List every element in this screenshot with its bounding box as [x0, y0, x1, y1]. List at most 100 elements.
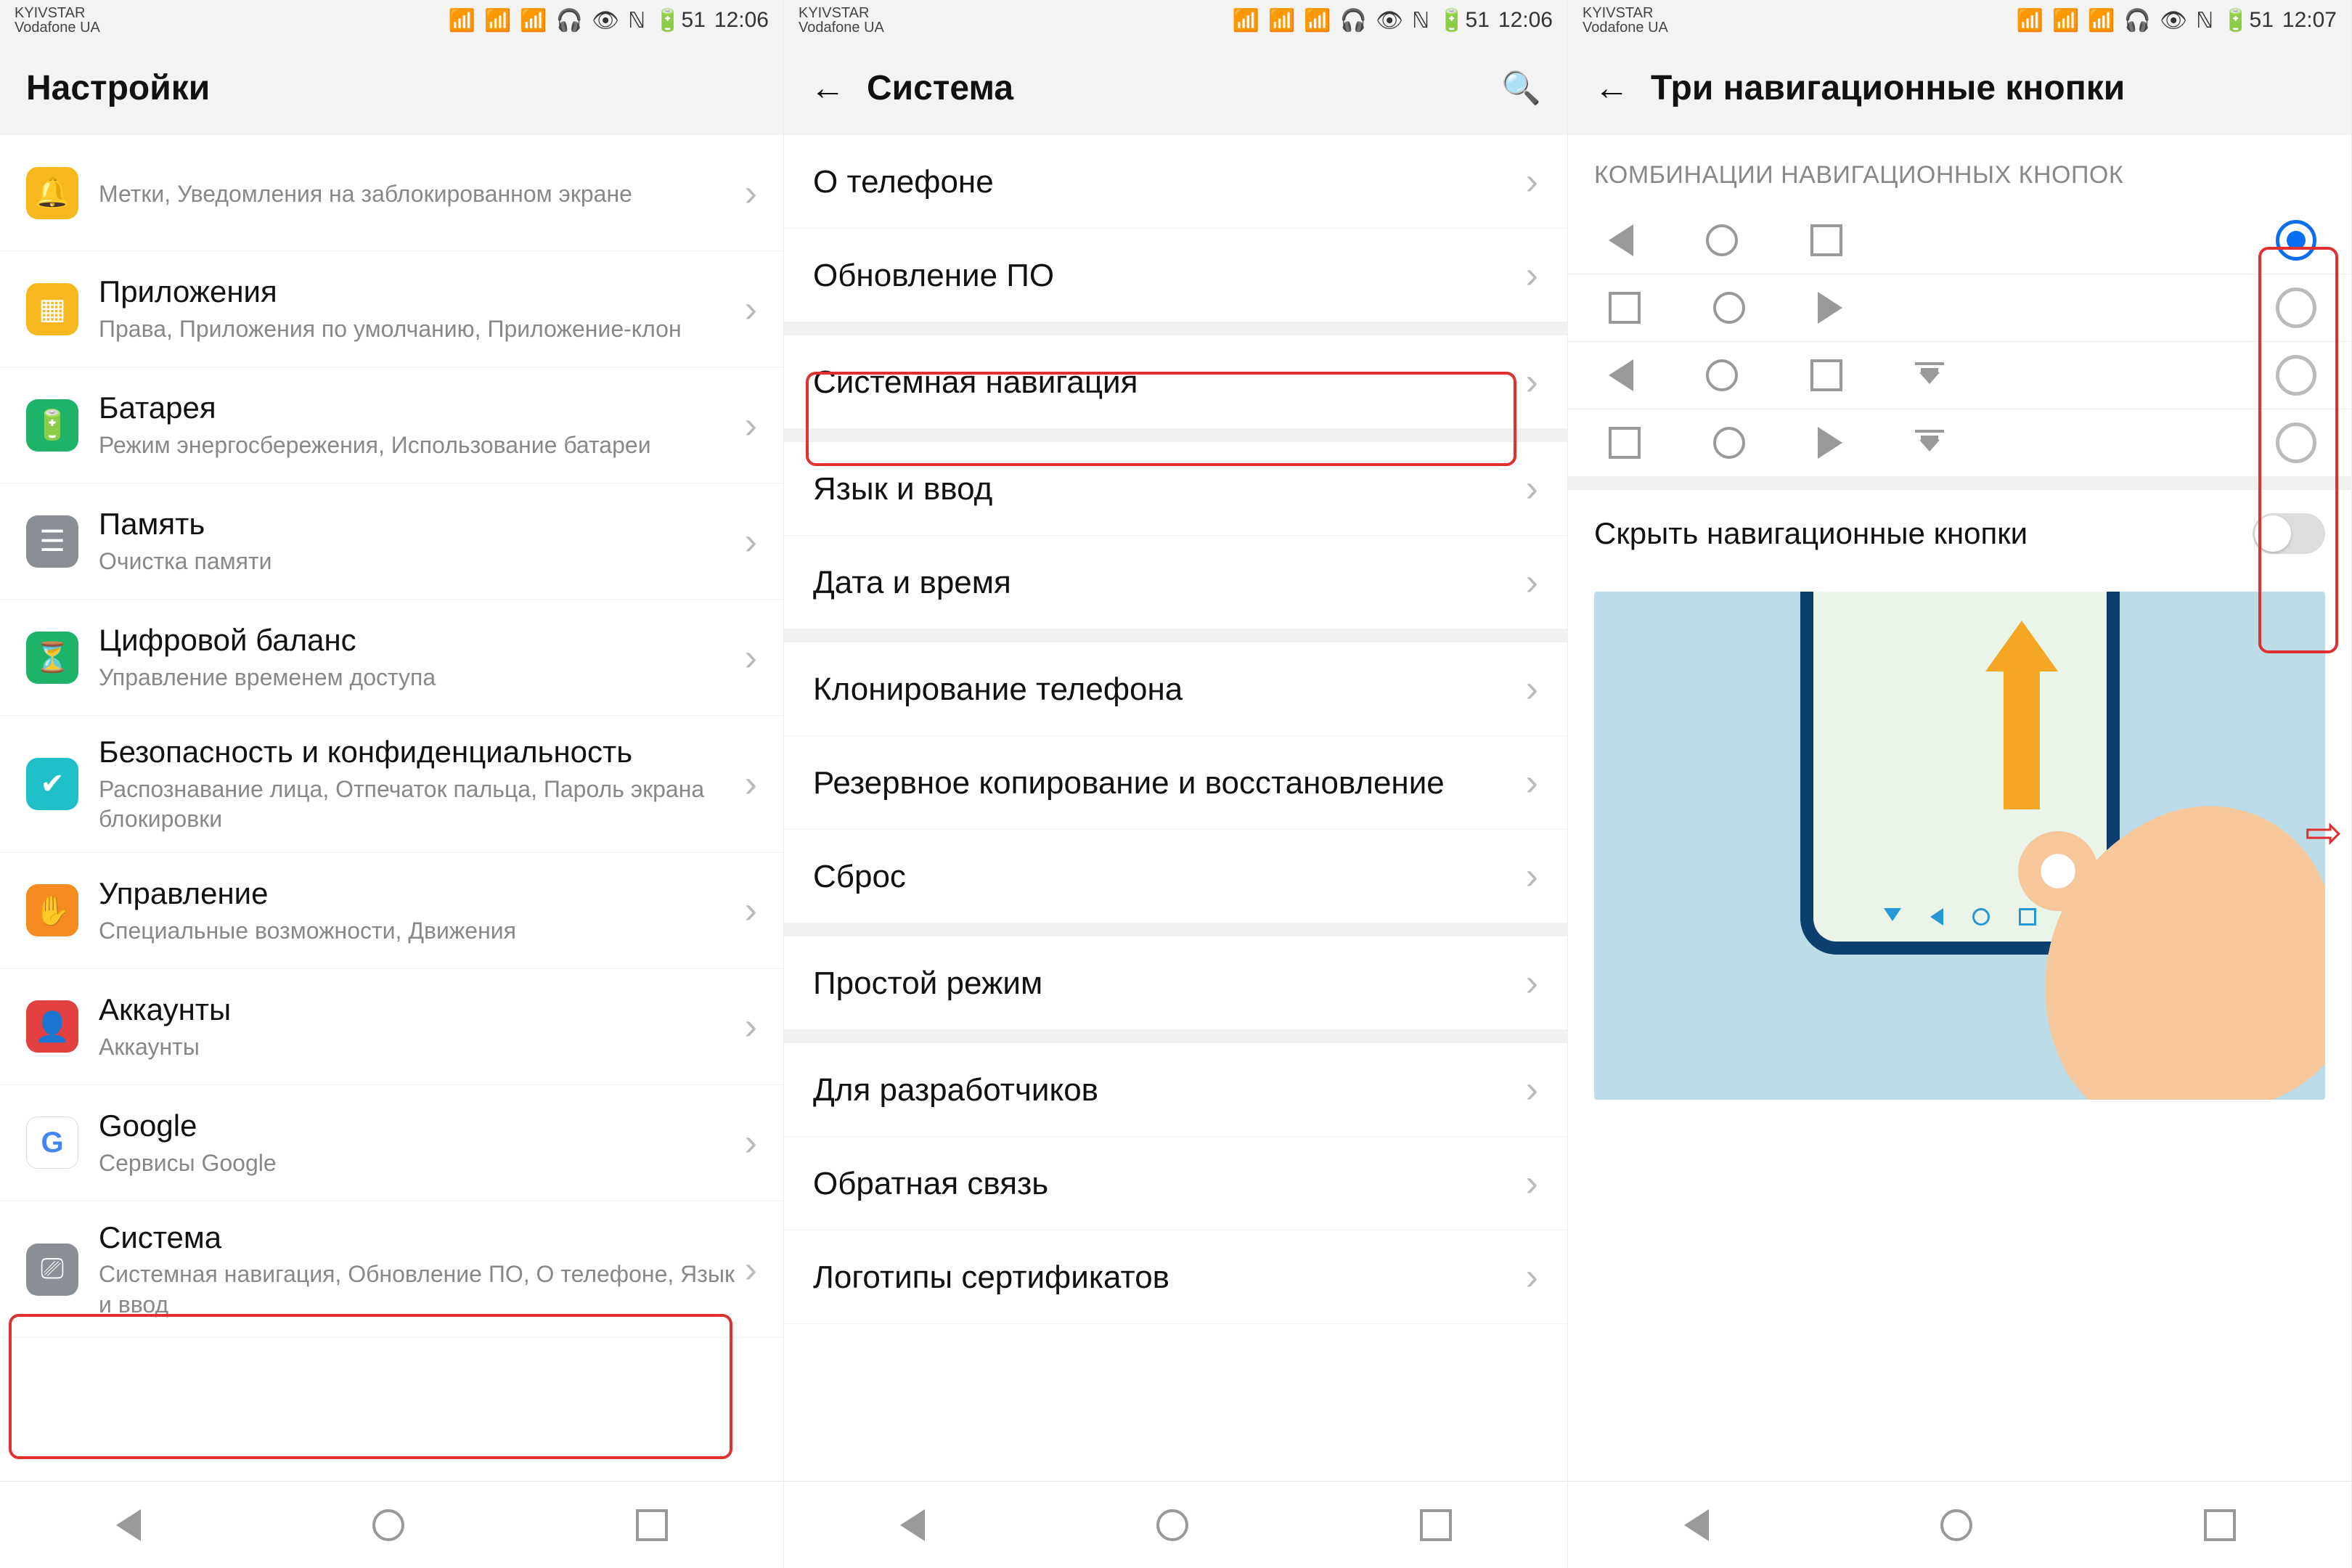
- status-bar: KYIVSTAR Vodafone UA 📶 📶 📶 🎧 👁 ℕ 🔋51 12:…: [784, 0, 1567, 41]
- chevron-right-icon: ›: [1526, 1255, 1538, 1299]
- settings-row[interactable]: 🔔Метки, Уведомления на заблокированном э…: [0, 135, 783, 251]
- hide-nav-label: Скрыть навигационные кнопки: [1594, 515, 2253, 553]
- back-button[interactable]: ←: [1594, 68, 1629, 108]
- back-icon: [1818, 292, 1842, 324]
- settings-row[interactable]: 🔋БатареяРежим энергосбережения, Использо…: [0, 367, 783, 483]
- carrier-2: Vodafone UA: [799, 20, 884, 35]
- settings-row[interactable]: ⎚СистемаСистемная навигация, Обновление …: [0, 1201, 783, 1339]
- signal-icon: 📶: [449, 8, 475, 33]
- radio-button[interactable]: [2276, 220, 2316, 261]
- nav-combo-option[interactable]: [1568, 342, 2351, 409]
- nav-home-icon[interactable]: [1156, 1509, 1188, 1541]
- settings-row[interactable]: 👤АккаунтыАккаунты›: [0, 969, 783, 1085]
- home-icon: [1706, 359, 1738, 391]
- settings-row[interactable]: ✔Безопасность и конфиденциальностьРаспоз…: [0, 716, 783, 853]
- system-row[interactable]: Обновление ПО›: [784, 229, 1567, 322]
- page-title: Настройки: [26, 68, 757, 108]
- recent-icon: [1810, 359, 1842, 391]
- system-row[interactable]: Системная навигация›: [784, 335, 1567, 429]
- nav-back-icon[interactable]: [1684, 1509, 1709, 1541]
- nav-back-icon[interactable]: [116, 1509, 141, 1541]
- system-nav-bar: [0, 1481, 783, 1568]
- screen-system: KYIVSTAR Vodafone UA 📶 📶 📶 🎧 👁 ℕ 🔋51 12:…: [784, 0, 1568, 1568]
- back-button[interactable]: ←: [810, 68, 845, 108]
- settings-row[interactable]: ✋УправлениеСпециальные возможности, Движ…: [0, 853, 783, 969]
- headphones-icon: 🎧: [1340, 8, 1367, 33]
- eye-comfort-icon: 👁: [592, 8, 619, 33]
- mini-home-icon: [1972, 908, 1990, 926]
- nav-combo-option[interactable]: [1568, 274, 2351, 342]
- system-nav-bar: [784, 1481, 1567, 1568]
- system-row[interactable]: Клонирование телефона›: [784, 642, 1567, 736]
- row-subtitle: Распознавание лица, Отпечаток пальца, Па…: [99, 775, 738, 835]
- nav-back-icon[interactable]: [900, 1509, 925, 1541]
- system-row[interactable]: Обратная связь›: [784, 1137, 1567, 1230]
- radio-button[interactable]: [2276, 287, 2316, 328]
- chevron-right-icon: ›: [745, 1248, 757, 1291]
- row-subtitle: Системная навигация, Обновление ПО, О те…: [99, 1259, 738, 1320]
- search-button[interactable]: 🔍: [1501, 69, 1541, 107]
- page-title: Три навигационные кнопки: [1651, 68, 2325, 108]
- nav-recent-icon[interactable]: [1420, 1509, 1452, 1541]
- row-title: Простой режим: [813, 963, 1519, 1003]
- gesture-illustration: [1594, 592, 2325, 1100]
- carrier-1: KYIVSTAR: [1583, 6, 1668, 20]
- chevron-right-icon: ›: [745, 404, 757, 447]
- nav-combo-option[interactable]: [1568, 207, 2351, 274]
- hide-nav-toggle[interactable]: [2253, 513, 2325, 554]
- nav-combo-option[interactable]: [1568, 409, 2351, 477]
- row-subtitle: Права, Приложения по умолчанию, Приложен…: [99, 314, 738, 345]
- row-subtitle: Специальные возможности, Движения: [99, 916, 738, 947]
- system-row[interactable]: Сброс›: [784, 830, 1567, 923]
- system-row[interactable]: Дата и время›: [784, 536, 1567, 629]
- recent-icon: [1609, 292, 1641, 324]
- row-title: Обратная связь: [813, 1164, 1519, 1204]
- back-icon: [1609, 224, 1633, 256]
- system-row[interactable]: Для разработчиков›: [784, 1043, 1567, 1137]
- system-row[interactable]: Простой режим›: [784, 936, 1567, 1030]
- arrow-annotation-icon: ⇨: [2305, 806, 2343, 859]
- settings-row[interactable]: ☰ПамятьОчистка памяти›: [0, 483, 783, 600]
- nav-home-icon[interactable]: [372, 1509, 404, 1541]
- nav-home-icon[interactable]: [1940, 1509, 1972, 1541]
- row-icon: 👤: [26, 1000, 78, 1053]
- row-icon: ✋: [26, 884, 78, 936]
- chevron-right-icon: ›: [745, 762, 757, 806]
- nfc-icon: ℕ: [628, 8, 645, 33]
- nav-recent-icon[interactable]: [2204, 1509, 2236, 1541]
- hide-nav-row[interactable]: Скрыть навигационные кнопки: [1568, 490, 2351, 577]
- row-title: Приложения: [99, 273, 738, 311]
- radio-button[interactable]: [2276, 422, 2316, 463]
- recent-icon: [1810, 224, 1842, 256]
- page-title: Система: [867, 68, 1479, 108]
- row-icon: 🔔: [26, 167, 78, 219]
- nav-recent-icon[interactable]: [636, 1509, 668, 1541]
- headphones-icon: 🎧: [2124, 8, 2151, 33]
- system-row[interactable]: О телефоне›: [784, 135, 1567, 229]
- system-row[interactable]: Логотипы сертификатов›: [784, 1230, 1567, 1324]
- chevron-right-icon: ›: [1526, 160, 1538, 203]
- header: ← Система 🔍: [784, 41, 1567, 135]
- system-row[interactable]: Резервное копирование и восстановление›: [784, 736, 1567, 830]
- mini-back-icon: [1930, 908, 1943, 926]
- chevron-right-icon: ›: [745, 1121, 757, 1164]
- headphones-icon: 🎧: [556, 8, 583, 33]
- home-icon: [1713, 292, 1745, 324]
- row-title: Безопасность и конфиденциальность: [99, 733, 738, 772]
- battery-icon: 🔋51: [654, 8, 706, 33]
- radio-button[interactable]: [2276, 355, 2316, 396]
- status-bar: KYIVSTAR Vodafone UA 📶 📶 📶 🎧 👁 ℕ 🔋51 12:…: [1568, 0, 2351, 41]
- chevron-right-icon: ›: [745, 1005, 757, 1048]
- row-icon: 🔋: [26, 399, 78, 452]
- system-nav-bar: [1568, 1481, 2351, 1568]
- settings-row[interactable]: ⏳Цифровой балансУправление временем дост…: [0, 600, 783, 716]
- notification-icon: [1915, 430, 1944, 456]
- system-row[interactable]: Язык и ввод›: [784, 442, 1567, 536]
- row-subtitle: Аккаунты: [99, 1032, 738, 1063]
- header: ← Три навигационные кнопки: [1568, 41, 2351, 135]
- nfc-icon: ℕ: [2196, 8, 2213, 33]
- settings-row[interactable]: GGoogleСервисы Google›: [0, 1085, 783, 1201]
- carrier-1: KYIVSTAR: [15, 6, 100, 20]
- row-title: Система: [99, 1219, 738, 1257]
- settings-row[interactable]: ▦ПриложенияПрава, Приложения по умолчани…: [0, 251, 783, 367]
